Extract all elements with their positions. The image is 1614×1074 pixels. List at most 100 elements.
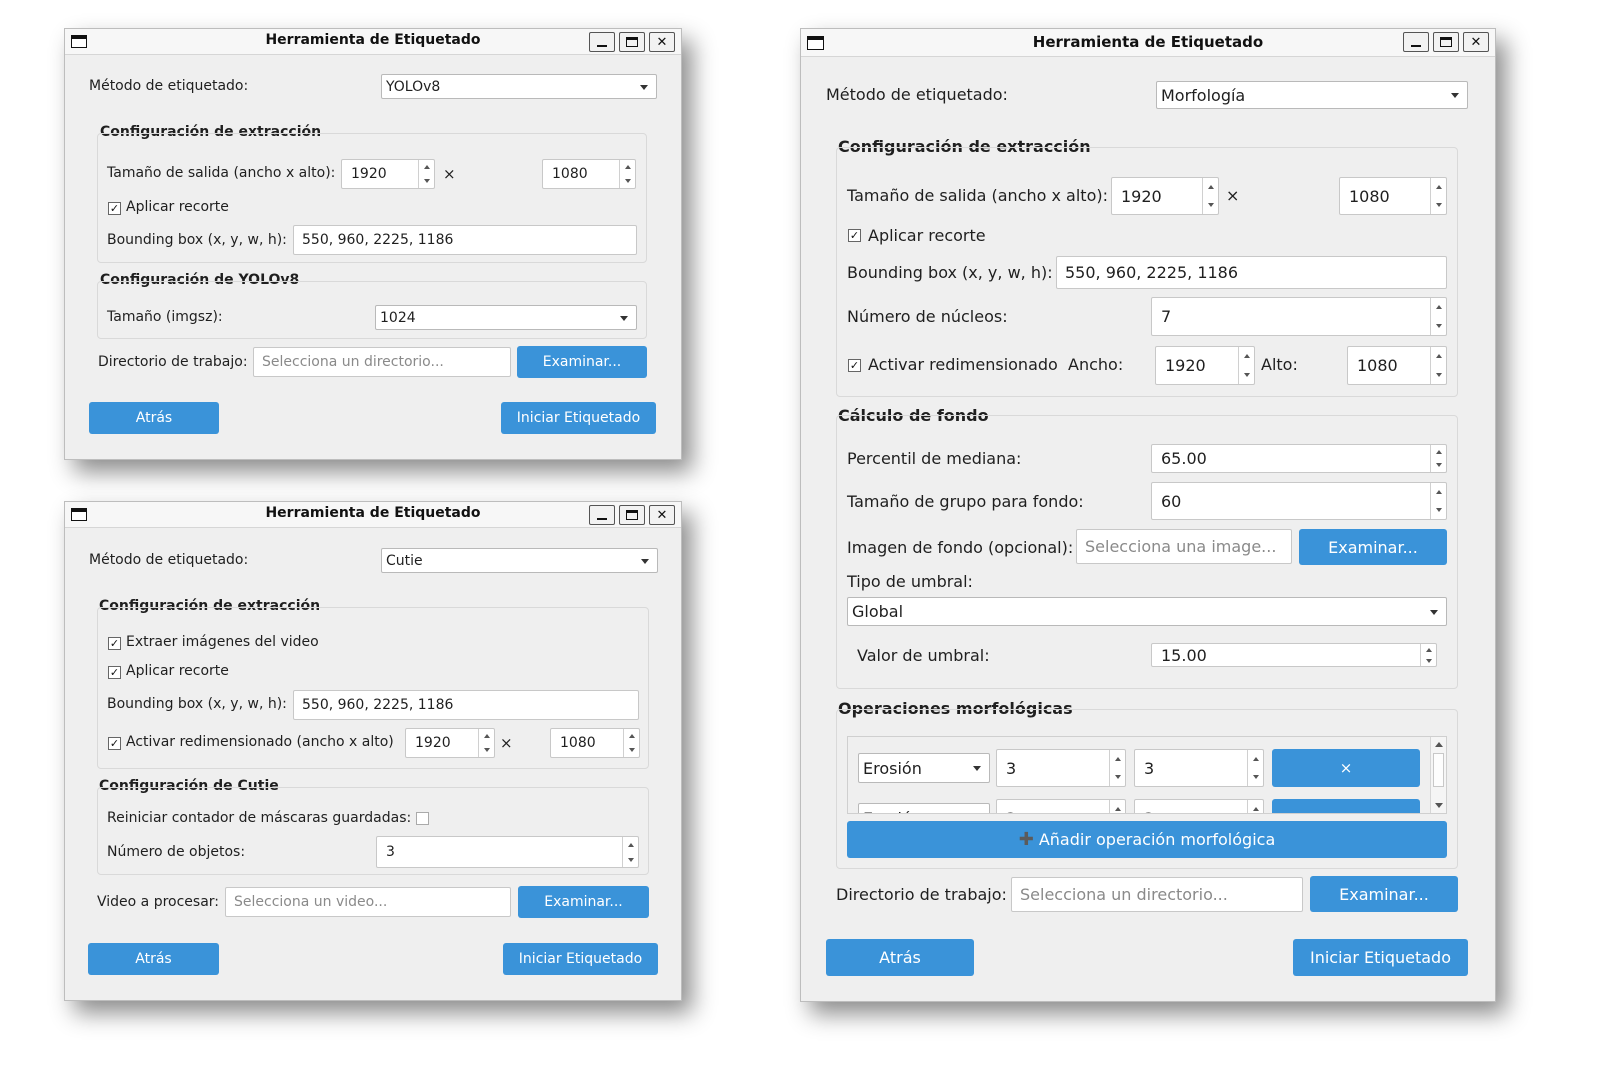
back-button[interactable]: Atrás <box>88 943 219 975</box>
scroll-up-icon[interactable] <box>1435 742 1443 747</box>
workdir-browse-button[interactable]: Examinar... <box>517 346 647 378</box>
maximize-button[interactable] <box>619 32 645 52</box>
spin-up-icon[interactable] <box>1431 298 1446 317</box>
output-width-spinbox[interactable]: 1920 <box>1111 177 1219 215</box>
crop-checkbox[interactable]: ✓ <box>108 202 121 215</box>
spin-down-icon[interactable] <box>1421 655 1436 666</box>
spin-up-icon[interactable] <box>1431 483 1446 501</box>
resize-width-spinbox[interactable]: 1920 <box>405 728 495 758</box>
title-bar[interactable]: Herramienta de Etiquetado ✕ <box>65 29 681 55</box>
spin-down-icon[interactable] <box>1203 196 1218 214</box>
minimize-button[interactable] <box>589 32 615 52</box>
spin-down-icon[interactable] <box>1431 317 1446 336</box>
threshold-type-select[interactable]: Global <box>847 597 1447 626</box>
resize-width-spinbox[interactable]: 1920 <box>1155 346 1255 385</box>
bbox-input[interactable]: 550, 960, 2225, 1186 <box>1056 256 1447 289</box>
spin-up-icon[interactable] <box>1431 178 1446 196</box>
scrollbar-thumb[interactable] <box>1433 753 1444 787</box>
bbox-input[interactable]: 550, 960, 2225, 1186 <box>293 690 639 720</box>
imgsz-select[interactable]: 1024 <box>375 305 637 330</box>
spin-down-icon[interactable] <box>479 743 494 757</box>
video-input[interactable]: Selecciona un video... <box>225 887 511 917</box>
start-labeling-button[interactable]: Iniciar Etiquetado <box>503 943 658 975</box>
output-width-spinbox[interactable]: 1920 <box>341 159 435 189</box>
spin-up-icon[interactable] <box>1110 800 1125 813</box>
crop-checkbox[interactable]: ✓ <box>848 229 861 242</box>
spin-down-icon[interactable] <box>624 743 639 757</box>
method-select[interactable]: Cutie <box>381 548 658 573</box>
morph-ops-scrollbar[interactable] <box>1430 737 1446 813</box>
spin-down-icon[interactable] <box>623 852 638 867</box>
remove-op-button[interactable]: × <box>1272 749 1420 787</box>
spin-up-icon[interactable] <box>620 160 635 174</box>
spin-down-icon[interactable] <box>1239 366 1254 385</box>
spin-down-icon[interactable] <box>1431 366 1446 385</box>
morph-ops-list[interactable]: Erosión 3 3 × Erosión 3 3 × <box>847 736 1447 814</box>
close-button[interactable]: ✕ <box>649 32 675 52</box>
maximize-button[interactable] <box>1433 32 1459 52</box>
objects-spinbox[interactable]: 3 <box>376 836 639 868</box>
method-select[interactable]: Morfología <box>1156 81 1468 109</box>
back-button[interactable]: Atrás <box>89 402 219 434</box>
op-kernel-x-spinbox[interactable]: 3 <box>996 749 1126 787</box>
spin-down-icon[interactable] <box>1110 768 1125 786</box>
minimize-button[interactable] <box>1403 32 1429 52</box>
spin-up-icon[interactable] <box>479 729 494 743</box>
output-height-spinbox[interactable]: 1080 <box>542 159 636 189</box>
spin-down-icon[interactable] <box>419 174 434 188</box>
spin-up-icon[interactable] <box>1421 644 1436 655</box>
title-bar[interactable]: Herramienta de Etiquetado ✕ <box>801 29 1495 57</box>
spin-up-icon[interactable] <box>1203 178 1218 196</box>
reset-counter-checkbox[interactable] <box>416 812 429 825</box>
spin-down-icon[interactable] <box>1431 196 1446 214</box>
spin-up-icon[interactable] <box>1431 347 1446 366</box>
op-kernel-y-spinbox[interactable]: 3 <box>1134 749 1264 787</box>
resize-height-spinbox[interactable]: 1080 <box>550 728 640 758</box>
resize-checkbox[interactable]: ✓ <box>108 737 121 750</box>
remove-op-button[interactable]: × <box>1272 799 1420 813</box>
bbox-input[interactable]: 550, 960, 2225, 1186 <box>293 225 637 255</box>
op-type-select[interactable]: Erosión <box>858 753 990 783</box>
crop-checkbox[interactable]: ✓ <box>108 666 121 679</box>
op-kernel-y-spinbox[interactable]: 3 <box>1134 799 1264 813</box>
minimize-button[interactable] <box>589 505 615 525</box>
bg-image-input[interactable]: Selecciona una image... <box>1076 529 1292 564</box>
resize-height-spinbox[interactable]: 1080 <box>1347 346 1447 385</box>
workdir-browse-button[interactable]: Examinar... <box>1310 876 1458 912</box>
bg-image-browse-button[interactable]: Examinar... <box>1299 529 1447 565</box>
video-browse-button[interactable]: Examinar... <box>518 886 649 918</box>
close-button[interactable]: ✕ <box>1463 32 1489 52</box>
spin-up-icon[interactable] <box>624 729 639 743</box>
title-bar[interactable]: Herramienta de Etiquetado ✕ <box>65 502 681 528</box>
resize-checkbox[interactable]: ✓ <box>848 359 861 372</box>
threshold-value-spinbox[interactable]: 15.00 <box>1151 643 1437 667</box>
spin-up-icon[interactable] <box>1248 800 1263 813</box>
spin-down-icon[interactable] <box>1431 459 1446 473</box>
maximize-button[interactable] <box>619 505 645 525</box>
method-select[interactable]: YOLOv8 <box>381 74 657 99</box>
output-height-spinbox[interactable]: 1080 <box>1339 177 1447 215</box>
start-labeling-button[interactable]: Iniciar Etiquetado <box>1293 939 1468 976</box>
spin-up-icon[interactable] <box>1248 750 1263 768</box>
spin-down-icon[interactable] <box>1431 501 1446 519</box>
back-button[interactable]: Atrás <box>826 939 974 976</box>
scroll-down-icon[interactable] <box>1435 803 1443 808</box>
spin-down-icon[interactable] <box>1248 768 1263 786</box>
op-kernel-x-spinbox[interactable]: 3 <box>996 799 1126 813</box>
add-morph-op-button[interactable]: ✚ Añadir operación morfológica <box>847 821 1447 858</box>
spin-up-icon[interactable] <box>1431 445 1446 459</box>
cores-spinbox[interactable]: 7 <box>1151 297 1447 336</box>
workdir-input[interactable]: Selecciona un directorio... <box>1011 877 1303 912</box>
start-labeling-button[interactable]: Iniciar Etiquetado <box>501 402 656 434</box>
op-type-select[interactable]: Erosión <box>858 803 990 813</box>
spin-down-icon[interactable] <box>620 174 635 188</box>
spin-up-icon[interactable] <box>623 837 638 852</box>
spin-up-icon[interactable] <box>419 160 434 174</box>
workdir-input[interactable]: Selecciona un directorio... <box>253 347 511 377</box>
spin-up-icon[interactable] <box>1110 750 1125 768</box>
extract-frames-checkbox[interactable]: ✓ <box>108 637 121 650</box>
group-size-spinbox[interactable]: 60 <box>1151 482 1447 520</box>
median-spinbox[interactable]: 65.00 <box>1151 444 1447 473</box>
close-button[interactable]: ✕ <box>649 505 675 525</box>
spin-up-icon[interactable] <box>1239 347 1254 366</box>
